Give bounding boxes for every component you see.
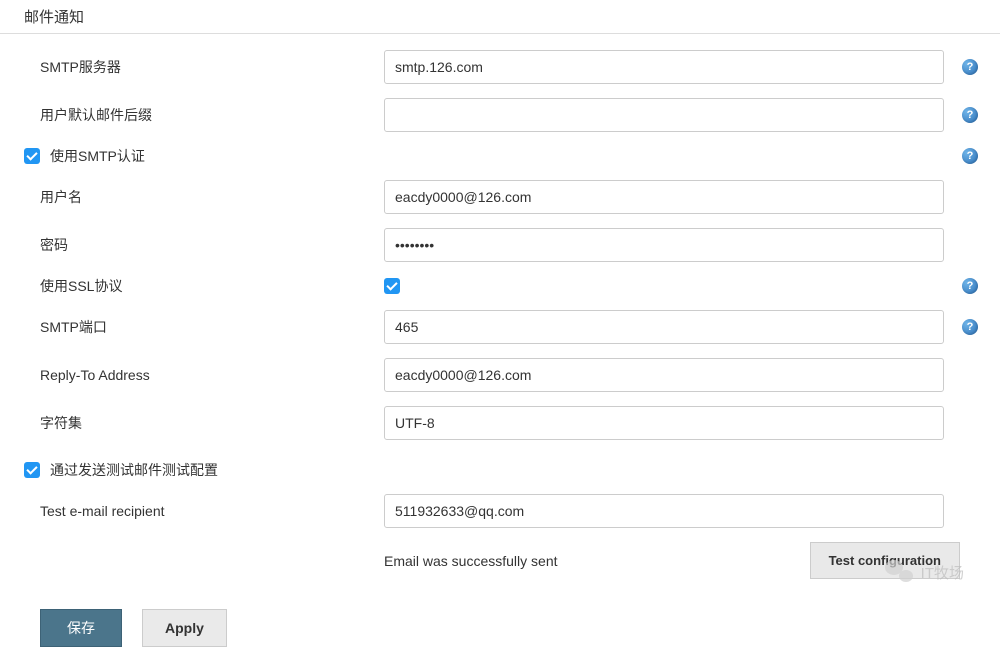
label-charset: 字符集 [40,413,82,433]
label-test-config: 通过发送测试邮件测试配置 [50,460,218,480]
label-smtp-server: SMTP服务器 [40,57,121,77]
use-ssl-checkbox[interactable] [384,278,400,294]
row-smtp-server: SMTP服务器 ? [24,50,976,84]
action-buttons: 保存 Apply [24,609,976,647]
test-recipient-input[interactable] [384,494,944,528]
label-default-suffix: 用户默认邮件后缀 [40,105,152,125]
section-title: 邮件通知 [0,0,1000,34]
help-icon[interactable]: ? [962,107,978,123]
save-button[interactable]: 保存 [40,609,122,647]
row-smtp-port: SMTP端口 ? [24,310,976,344]
row-reply-to: Reply-To Address [24,358,976,392]
row-smtp-auth: 使用SMTP认证 ? [24,146,976,166]
row-username: 用户名 [24,180,976,214]
smtp-server-input[interactable] [384,50,944,84]
row-test-recipient: Test e-mail recipient [24,494,976,528]
help-icon[interactable]: ? [962,319,978,335]
label-smtp-auth: 使用SMTP认证 [50,146,145,166]
reply-to-input[interactable] [384,358,944,392]
label-username: 用户名 [40,187,82,207]
username-input[interactable] [384,180,944,214]
default-suffix-input[interactable] [384,98,944,132]
status-message: Email was successfully sent [384,553,558,569]
label-use-ssl: 使用SSL协议 [40,276,122,296]
help-icon[interactable]: ? [962,148,978,164]
test-configuration-button[interactable]: Test configuration [810,542,960,579]
row-use-ssl: 使用SSL协议 ? [24,276,976,296]
row-test-config: 通过发送测试邮件测试配置 [24,460,976,480]
row-default-suffix: 用户默认邮件后缀 ? [24,98,976,132]
label-reply-to: Reply-To Address [40,367,150,383]
row-charset: 字符集 [24,406,976,440]
label-password: 密码 [40,235,68,255]
label-test-recipient: Test e-mail recipient [40,503,165,519]
password-input[interactable] [384,228,944,262]
charset-input[interactable] [384,406,944,440]
help-icon[interactable]: ? [962,59,978,75]
smtp-port-input[interactable] [384,310,944,344]
row-status: Email was successfully sent Test configu… [24,542,976,579]
test-config-checkbox[interactable] [24,462,40,478]
apply-button[interactable]: Apply [142,609,227,647]
label-smtp-port: SMTP端口 [40,317,107,337]
email-notification-form: SMTP服务器 ? 用户默认邮件后缀 ? 使用SMTP认证 ? 用户名 密码 [0,50,1000,647]
smtp-auth-checkbox[interactable] [24,148,40,164]
row-password: 密码 [24,228,976,262]
help-icon[interactable]: ? [962,278,978,294]
